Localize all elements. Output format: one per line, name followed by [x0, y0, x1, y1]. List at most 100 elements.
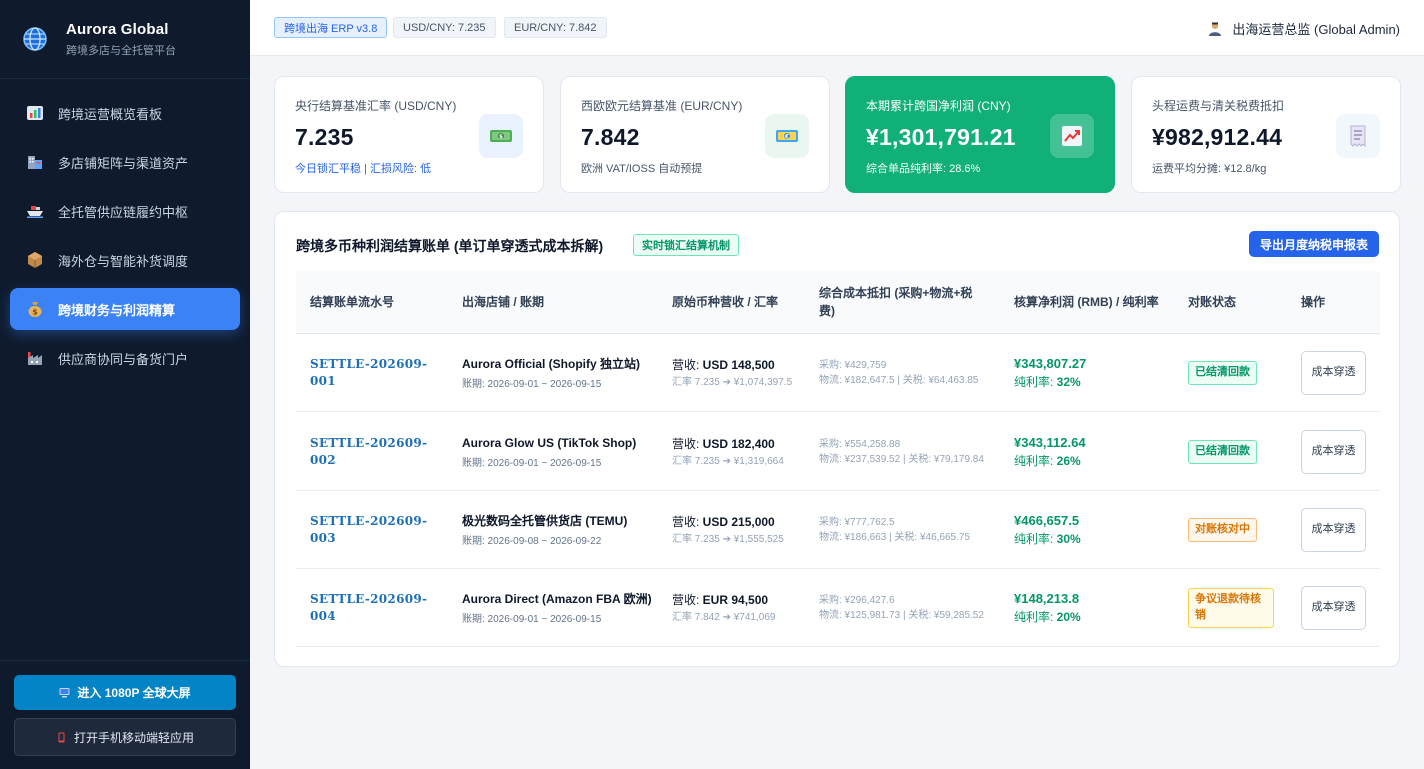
sidebar-nav: 跨境运营概览看板 多店铺矩阵与渠道资产 全托管供应链履约中枢 海外仓与智能补货调… — [10, 92, 240, 386]
net-profit: ¥148,213.8 — [1014, 591, 1080, 606]
cost-purchase: 采购: ¥777,762.5 — [819, 516, 895, 528]
eur-rate-card: 西欧欧元结算基准 (EUR/CNY) 7.842 欧洲 VAT/IOSS 自动预… — [560, 76, 830, 193]
card-badge — [1050, 114, 1094, 158]
profit-margin: 纯利率: 20% — [1014, 610, 1081, 624]
column-header: 出海店铺 / 账期 — [462, 294, 545, 309]
net-profit: ¥466,657.5 — [1014, 513, 1080, 528]
settlement-ledger-panel: 跨境多币种利润结算账单 (单订单穿透式成本拆解) 实时锁汇结算机制 导出月度纳税… — [274, 211, 1400, 667]
svg-text:€: € — [784, 133, 789, 140]
mobile-app-label: 打开手机移动端轻应用 — [73, 730, 194, 745]
brand-subtitle: 跨境多店与全托管平台 — [66, 44, 176, 57]
column-header: 原始币种营收 / 汇率 — [672, 294, 779, 309]
usd-rate-tag: USD/CNY: 7.235 — [393, 17, 496, 38]
dollar-bill-icon: $ — [490, 130, 512, 142]
svg-text:$: $ — [499, 133, 503, 140]
cost-purchase: 采购: ¥429,759 — [819, 359, 887, 371]
sidebar-item-finance[interactable]: $ 跨境财务与利润精算 — [10, 288, 240, 330]
table-row: SETTLE-202609-002 Aurora Glow US (TikTok… — [296, 413, 1380, 491]
factory-icon — [28, 352, 42, 365]
sidebar-item-warehouse[interactable]: 海外仓与智能补货调度 — [10, 239, 240, 281]
cost-purchase: 采购: ¥296,427.6 — [819, 594, 895, 606]
receipt-icon — [1350, 125, 1366, 148]
store-icon — [28, 156, 42, 169]
net-profit-card: 本期累计跨国净利润 (CNY) ¥1,301,791.21 综合单品纯利率: 2… — [845, 76, 1115, 193]
card-note: 今日锁汇平稳 | 汇损风险: 低 — [295, 163, 432, 175]
topbar: 跨境出海 ERP v3.8 USD/CNY: 7.235 EUR/CNY: 7.… — [250, 0, 1424, 56]
settlement-id-link[interactable]: SETTLE-202609-004 — [310, 591, 440, 626]
sidebar-item-label: 全托管供应链履约中枢 — [58, 204, 189, 220]
store-name: Aurora Glow US (TikTok Shop) — [462, 435, 637, 450]
card-note: 运费平均分摊: ¥12.8/kg — [1152, 163, 1267, 175]
store-name: 极光数码全托管供货店 (TEMU) — [462, 513, 628, 528]
settlement-id-link[interactable]: SETTLE-202609-002 — [310, 435, 440, 470]
export-tax-report-button[interactable]: 导出月度纳税申报表 — [1249, 231, 1379, 257]
sidebar-item-label: 海外仓与智能补货调度 — [58, 253, 189, 269]
column-header: 核算净利润 (RMB) / 纯利率 — [1014, 294, 1159, 309]
sidebar-item-label: 跨境运营概览看板 — [58, 106, 163, 122]
card-note: 欧洲 VAT/IOSS 自动预提 — [581, 163, 703, 175]
sidebar-item-supply-chain[interactable]: 全托管供应链履约中枢 — [10, 190, 240, 232]
user-name: 出海运营总监 (Global Admin) — [1232, 22, 1400, 37]
settlement-id-link[interactable]: SETTLE-202609-001 — [310, 356, 440, 391]
cost-purchase: 采购: ¥554,258.88 — [819, 438, 901, 450]
fx-conversion: 汇率 7.235 ➔ ¥1,074,397.5 — [672, 376, 793, 388]
sidebar-item-stores[interactable]: 多店铺矩阵与渠道资产 — [10, 141, 240, 183]
cost-drilldown-button[interactable]: 成本穿透 — [1301, 351, 1366, 395]
package-icon — [28, 252, 42, 268]
store-name: Aurora Direct (Amazon FBA 欧洲) — [462, 591, 652, 606]
cost-logistics-tax: 物流: ¥182,647.5 | 关税: ¥64,463.85 — [819, 375, 979, 386]
monitor-icon — [59, 688, 70, 698]
globe-icon — [23, 27, 47, 51]
card-label: 本期累计跨国净利润 (CNY) — [866, 99, 1011, 113]
svg-text:$: $ — [32, 308, 38, 317]
brand-title: Aurora Global — [66, 20, 169, 38]
card-note: 综合单品纯利率: 28.6% — [866, 163, 981, 175]
ship-icon — [27, 206, 43, 218]
sidebar-item-label: 供应商协同与备货门户 — [58, 351, 189, 367]
net-profit: ¥343,807.27 — [1014, 356, 1087, 371]
sidebar-item-label: 多店铺矩阵与渠道资产 — [58, 155, 189, 171]
revenue: 营收: USD 182,400 — [672, 436, 775, 451]
fx-conversion: 汇率 7.235 ➔ ¥1,555,525 — [672, 533, 784, 545]
user-menu[interactable]: 出海运营总监 (Global Admin) — [1208, 19, 1400, 38]
profit-margin: 纯利率: 26% — [1014, 454, 1081, 468]
usd-rate-card: 央行结算基准汇率 (USD/CNY) 7.235 今日锁汇平稳 | 汇损风险: … — [274, 76, 544, 193]
net-profit: ¥343,112.64 — [1014, 435, 1086, 450]
card-badge: € — [765, 114, 809, 158]
card-badge: $ — [479, 114, 523, 158]
table-row: SETTLE-202609-004 Aurora Direct (Amazon … — [296, 569, 1380, 647]
trend-up-icon — [1062, 126, 1082, 146]
fx-conversion: 汇率 7.235 ➔ ¥1,319,664 — [672, 455, 784, 467]
status-badge: 已结清回款 — [1188, 440, 1257, 464]
fx-conversion: 汇率 7.842 ➔ ¥741,069 — [672, 611, 776, 623]
billing-period: 账期: 2026-09-08 ~ 2026-09-22 — [462, 536, 602, 548]
sidebar: Aurora Global 跨境多店与全托管平台 跨境运营概览看板 多店铺矩阵与… — [0, 0, 250, 769]
billing-period: 账期: 2026-09-01 ~ 2026-09-15 — [462, 458, 602, 470]
revenue: 营收: USD 148,500 — [672, 357, 775, 372]
sidebar-item-suppliers[interactable]: 供应商协同与备货门户 — [10, 337, 240, 379]
big-screen-button[interactable]: 进入 1080P 全球大屏 — [14, 675, 236, 710]
money-bag-icon: $ — [28, 302, 42, 317]
cost-drilldown-button[interactable]: 成本穿透 — [1301, 430, 1366, 474]
cost-drilldown-button[interactable]: 成本穿透 — [1301, 508, 1366, 552]
profit-margin: 纯利率: 32% — [1014, 375, 1081, 389]
bar-chart-icon — [27, 106, 43, 120]
eur-rate-tag: EUR/CNY: 7.842 — [504, 17, 607, 38]
table-header: 结算账单流水号 出海店铺 / 账期 原始币种营收 / 汇率 综合成本抵扣 (采购… — [296, 271, 1380, 334]
status-badge: 已结清回款 — [1188, 361, 1257, 385]
card-label: 头程运费与清关税费抵扣 — [1152, 99, 1285, 113]
column-header: 对账状态 — [1188, 294, 1237, 309]
cost-drilldown-button[interactable]: 成本穿透 — [1301, 586, 1366, 630]
settlement-id-link[interactable]: SETTLE-202609-003 — [310, 513, 440, 548]
card-label: 西欧欧元结算基准 (EUR/CNY) — [581, 99, 743, 113]
card-label: 央行结算基准汇率 (USD/CNY) — [295, 99, 457, 113]
profit-margin: 纯利率: 30% — [1014, 532, 1081, 546]
sidebar-footer: 进入 1080P 全球大屏 打开手机移动端轻应用 — [0, 660, 250, 769]
mobile-app-button[interactable]: 打开手机移动端轻应用 — [14, 718, 236, 756]
ledger-title: 跨境多币种利润结算账单 (单订单穿透式成本拆解) — [296, 238, 604, 254]
column-header: 综合成本抵扣 (采购+物流+税费) — [819, 286, 973, 318]
sidebar-item-overview[interactable]: 跨境运营概览看板 — [10, 92, 240, 134]
status-badge: 争议退款待核销 — [1188, 588, 1274, 628]
user-avatar-icon — [1209, 22, 1222, 36]
erp-version-tag: 跨境出海 ERP v3.8 — [274, 17, 388, 38]
